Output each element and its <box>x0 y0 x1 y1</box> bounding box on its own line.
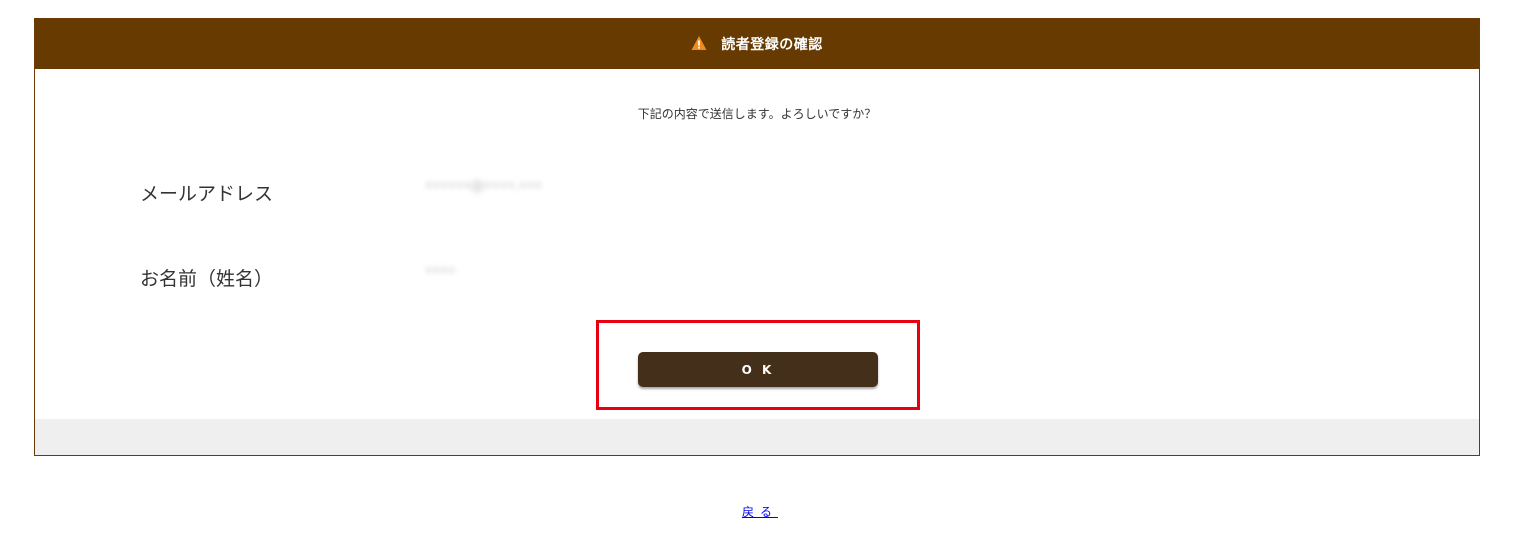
confirmation-panel: 読者登録の確認 下記の内容で送信します。よろしいですか？ メールアドレス •••… <box>34 18 1480 456</box>
name-label: お名前（姓名） <box>140 268 274 290</box>
warning-icon <box>691 36 707 50</box>
intro-text: 下記の内容で送信します。よろしいですか？ <box>637 107 877 121</box>
back-link[interactable]: 戻る <box>742 505 778 519</box>
panel-header: 読者登録の確認 <box>35 19 1479 69</box>
email-value: ••••••@••••.••• <box>425 179 542 194</box>
name-value: •••• <box>425 264 456 279</box>
panel-title: 読者登録の確認 <box>721 37 823 53</box>
ok-button[interactable]: O K <box>638 352 878 387</box>
email-label: メールアドレス <box>140 183 274 205</box>
back-link-container: 戻る <box>0 503 1520 520</box>
panel-footer <box>35 419 1479 455</box>
